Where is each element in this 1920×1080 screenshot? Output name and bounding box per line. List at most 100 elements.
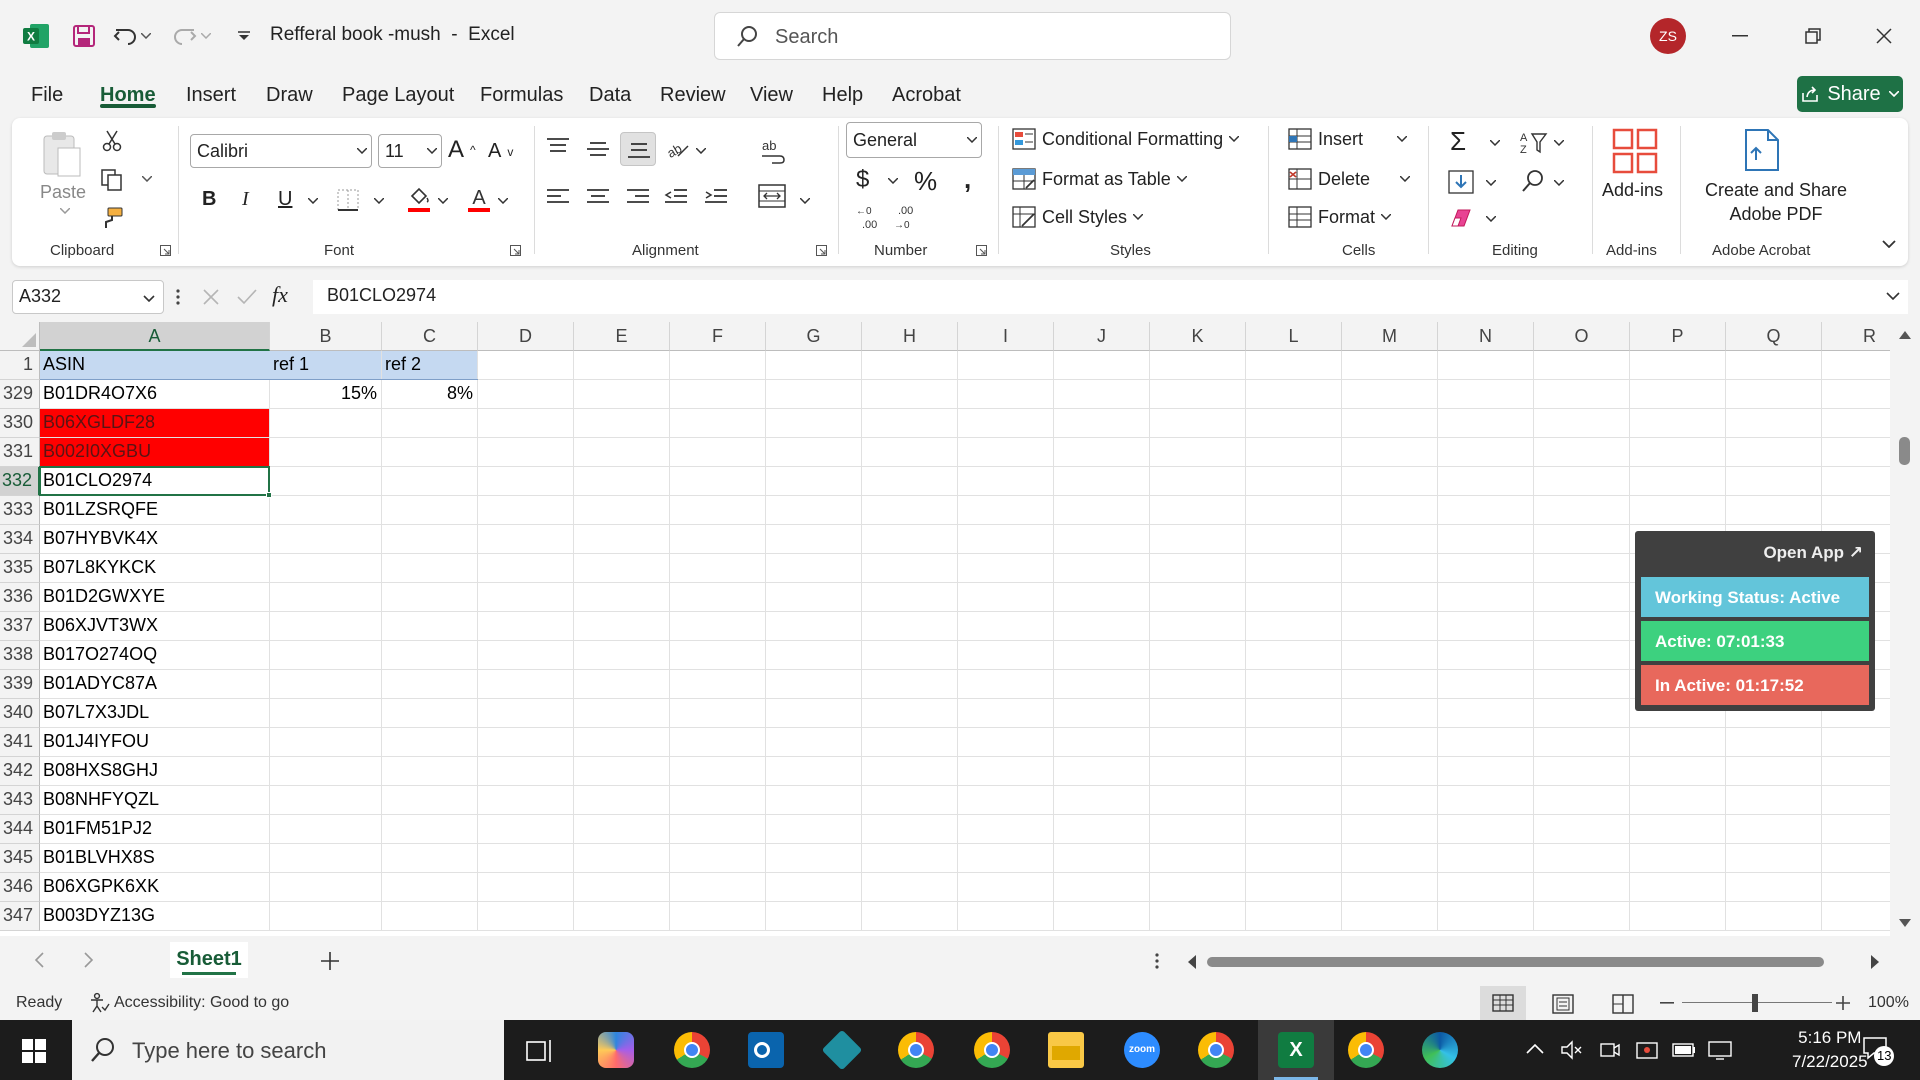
cell-c333[interactable] <box>382 496 477 524</box>
column-header-i[interactable]: I <box>958 322 1054 351</box>
tab-help[interactable]: Help <box>822 84 863 107</box>
font-color-dropdown-icon[interactable] <box>498 198 508 204</box>
row-header[interactable]: 341 <box>0 728 40 757</box>
minimize-button[interactable] <box>1720 18 1760 54</box>
cell-b336[interactable] <box>270 583 381 611</box>
network-icon[interactable] <box>1708 1040 1732 1060</box>
fill-dropdown-icon[interactable] <box>1486 180 1496 186</box>
currency-icon[interactable]: $ <box>856 166 869 194</box>
cell-b347[interactable] <box>270 902 381 930</box>
volume-muted-icon[interactable] <box>1560 1040 1582 1060</box>
battery-icon[interactable] <box>1672 1042 1696 1058</box>
paste-dropdown-icon[interactable] <box>60 208 70 214</box>
add-ins-icon[interactable] <box>1612 128 1658 174</box>
cell-a336[interactable]: B01D2GWXYE <box>40 583 269 611</box>
chrome-profile-icon[interactable] <box>974 1032 1010 1068</box>
cell-a340[interactable]: B07L7X3JDL <box>40 699 269 727</box>
customize-toolbar-icon[interactable] <box>226 18 262 54</box>
font-family-select[interactable]: Calibri <box>190 134 372 168</box>
column-header-m[interactable]: M <box>1342 322 1438 351</box>
cell-b329[interactable]: 15% <box>270 380 381 408</box>
cell-a334[interactable]: B07HYBVK4X <box>40 525 269 553</box>
borders-icon[interactable] <box>336 188 360 212</box>
redo-dropdown-icon[interactable] <box>196 18 216 54</box>
more-options-icon[interactable] <box>176 288 180 306</box>
cell-a341[interactable]: B01J4IYFOU <box>40 728 269 756</box>
show-hidden-icons-icon[interactable] <box>1526 1044 1544 1054</box>
cell-c340[interactable] <box>382 699 477 727</box>
windows-start-icon[interactable] <box>22 1039 46 1063</box>
cell-a1[interactable]: ASIN <box>40 351 270 379</box>
format-cells-button[interactable]: Format <box>1288 206 1392 228</box>
cell-b337[interactable] <box>270 612 381 640</box>
fill-icon[interactable] <box>1448 170 1474 194</box>
row-header[interactable]: 344 <box>0 815 40 844</box>
row-header[interactable]: 334 <box>0 525 40 554</box>
cell-a346[interactable]: B06XGPK6XK <box>40 873 269 901</box>
cell-c330[interactable] <box>382 409 477 437</box>
horizontal-scroll-thumb[interactable] <box>1207 957 1824 967</box>
decrease-indent-icon[interactable] <box>664 188 688 206</box>
scroll-down-icon[interactable] <box>1899 918 1911 928</box>
vertical-scrollbar[interactable] <box>1890 322 1920 936</box>
chrome-profile-icon[interactable] <box>898 1032 934 1068</box>
cell-c339[interactable] <box>382 670 477 698</box>
cell-a330[interactable]: B06XGLDF28 <box>40 409 269 437</box>
cell-a335[interactable]: B07L8KYKCK <box>40 554 269 582</box>
cell-b343[interactable] <box>270 786 381 814</box>
cell-a344[interactable]: B01FM51PJ2 <box>40 815 269 843</box>
vertical-scroll-thumb[interactable] <box>1899 437 1910 465</box>
borders-dropdown-icon[interactable] <box>374 198 384 204</box>
cell-a342[interactable]: B08HXS8GHJ <box>40 757 269 785</box>
sheet-tab-sheet1[interactable]: Sheet1 <box>170 942 248 978</box>
cell-a329[interactable]: B01DR4O7X6 <box>40 380 269 408</box>
page-break-view-icon[interactable] <box>1612 994 1634 1014</box>
currency-dropdown-icon[interactable] <box>888 178 898 184</box>
delete-cells-button[interactable]: Delete <box>1288 168 1411 190</box>
column-header-e[interactable]: E <box>574 322 670 351</box>
wrap-text-icon[interactable]: ab <box>760 138 786 164</box>
tab-page-layout[interactable]: Page Layout <box>342 84 454 107</box>
cell-c343[interactable] <box>382 786 477 814</box>
row-header[interactable]: 329 <box>0 380 40 409</box>
sort-filter-dropdown-icon[interactable] <box>1554 140 1564 146</box>
formula-input[interactable]: B01CLO2974 <box>313 280 1908 314</box>
create-share-pdf-button[interactable]: Create and Share Adobe PDF <box>1696 178 1856 226</box>
percent-icon[interactable]: % <box>914 166 937 197</box>
cell-a331[interactable]: B002I0XGBU <box>40 438 269 466</box>
format-as-table-button[interactable]: Format as Table <box>1012 168 1187 190</box>
cell-b338[interactable] <box>270 641 381 669</box>
cell-b344[interactable] <box>270 815 381 843</box>
underline-button[interactable]: U <box>278 188 292 211</box>
autosum-dropdown-icon[interactable] <box>1490 140 1500 146</box>
align-bottom-button[interactable] <box>620 132 656 166</box>
align-center-icon[interactable] <box>586 188 610 206</box>
cell-c331[interactable] <box>382 438 477 466</box>
cell-a345[interactable]: B01BLVHX8S <box>40 844 269 872</box>
add-ins-button-label[interactable]: Add-ins <box>1602 180 1663 201</box>
insert-function-icon[interactable]: fx <box>272 282 288 308</box>
restore-button[interactable] <box>1793 18 1833 54</box>
column-header-h[interactable]: H <box>862 322 958 351</box>
search-input[interactable]: Search <box>714 12 1231 60</box>
row-header[interactable]: 330 <box>0 409 40 438</box>
comma-style-icon[interactable]: , <box>964 164 971 195</box>
name-box[interactable]: A332 <box>12 280 164 314</box>
column-header-f[interactable]: F <box>670 322 766 351</box>
cell-b339[interactable] <box>270 670 381 698</box>
zoom-out-icon[interactable] <box>1660 1002 1674 1004</box>
align-middle-icon[interactable] <box>586 140 610 158</box>
orientation-icon[interactable]: ab <box>664 136 690 160</box>
ribbon-collapse-icon[interactable] <box>1882 240 1896 248</box>
cell-c336[interactable] <box>382 583 477 611</box>
cell-b342[interactable] <box>270 757 381 785</box>
clipboard-launcher-icon[interactable] <box>160 245 171 256</box>
row-header[interactable]: 337 <box>0 612 40 641</box>
chrome-icon[interactable] <box>674 1032 710 1068</box>
number-launcher-icon[interactable] <box>976 245 987 256</box>
italic-button[interactable]: I <box>242 188 249 211</box>
row-header[interactable]: 338 <box>0 641 40 670</box>
select-all-corner[interactable] <box>0 322 40 351</box>
cell-b345[interactable] <box>270 844 381 872</box>
align-left-icon[interactable] <box>546 188 570 206</box>
